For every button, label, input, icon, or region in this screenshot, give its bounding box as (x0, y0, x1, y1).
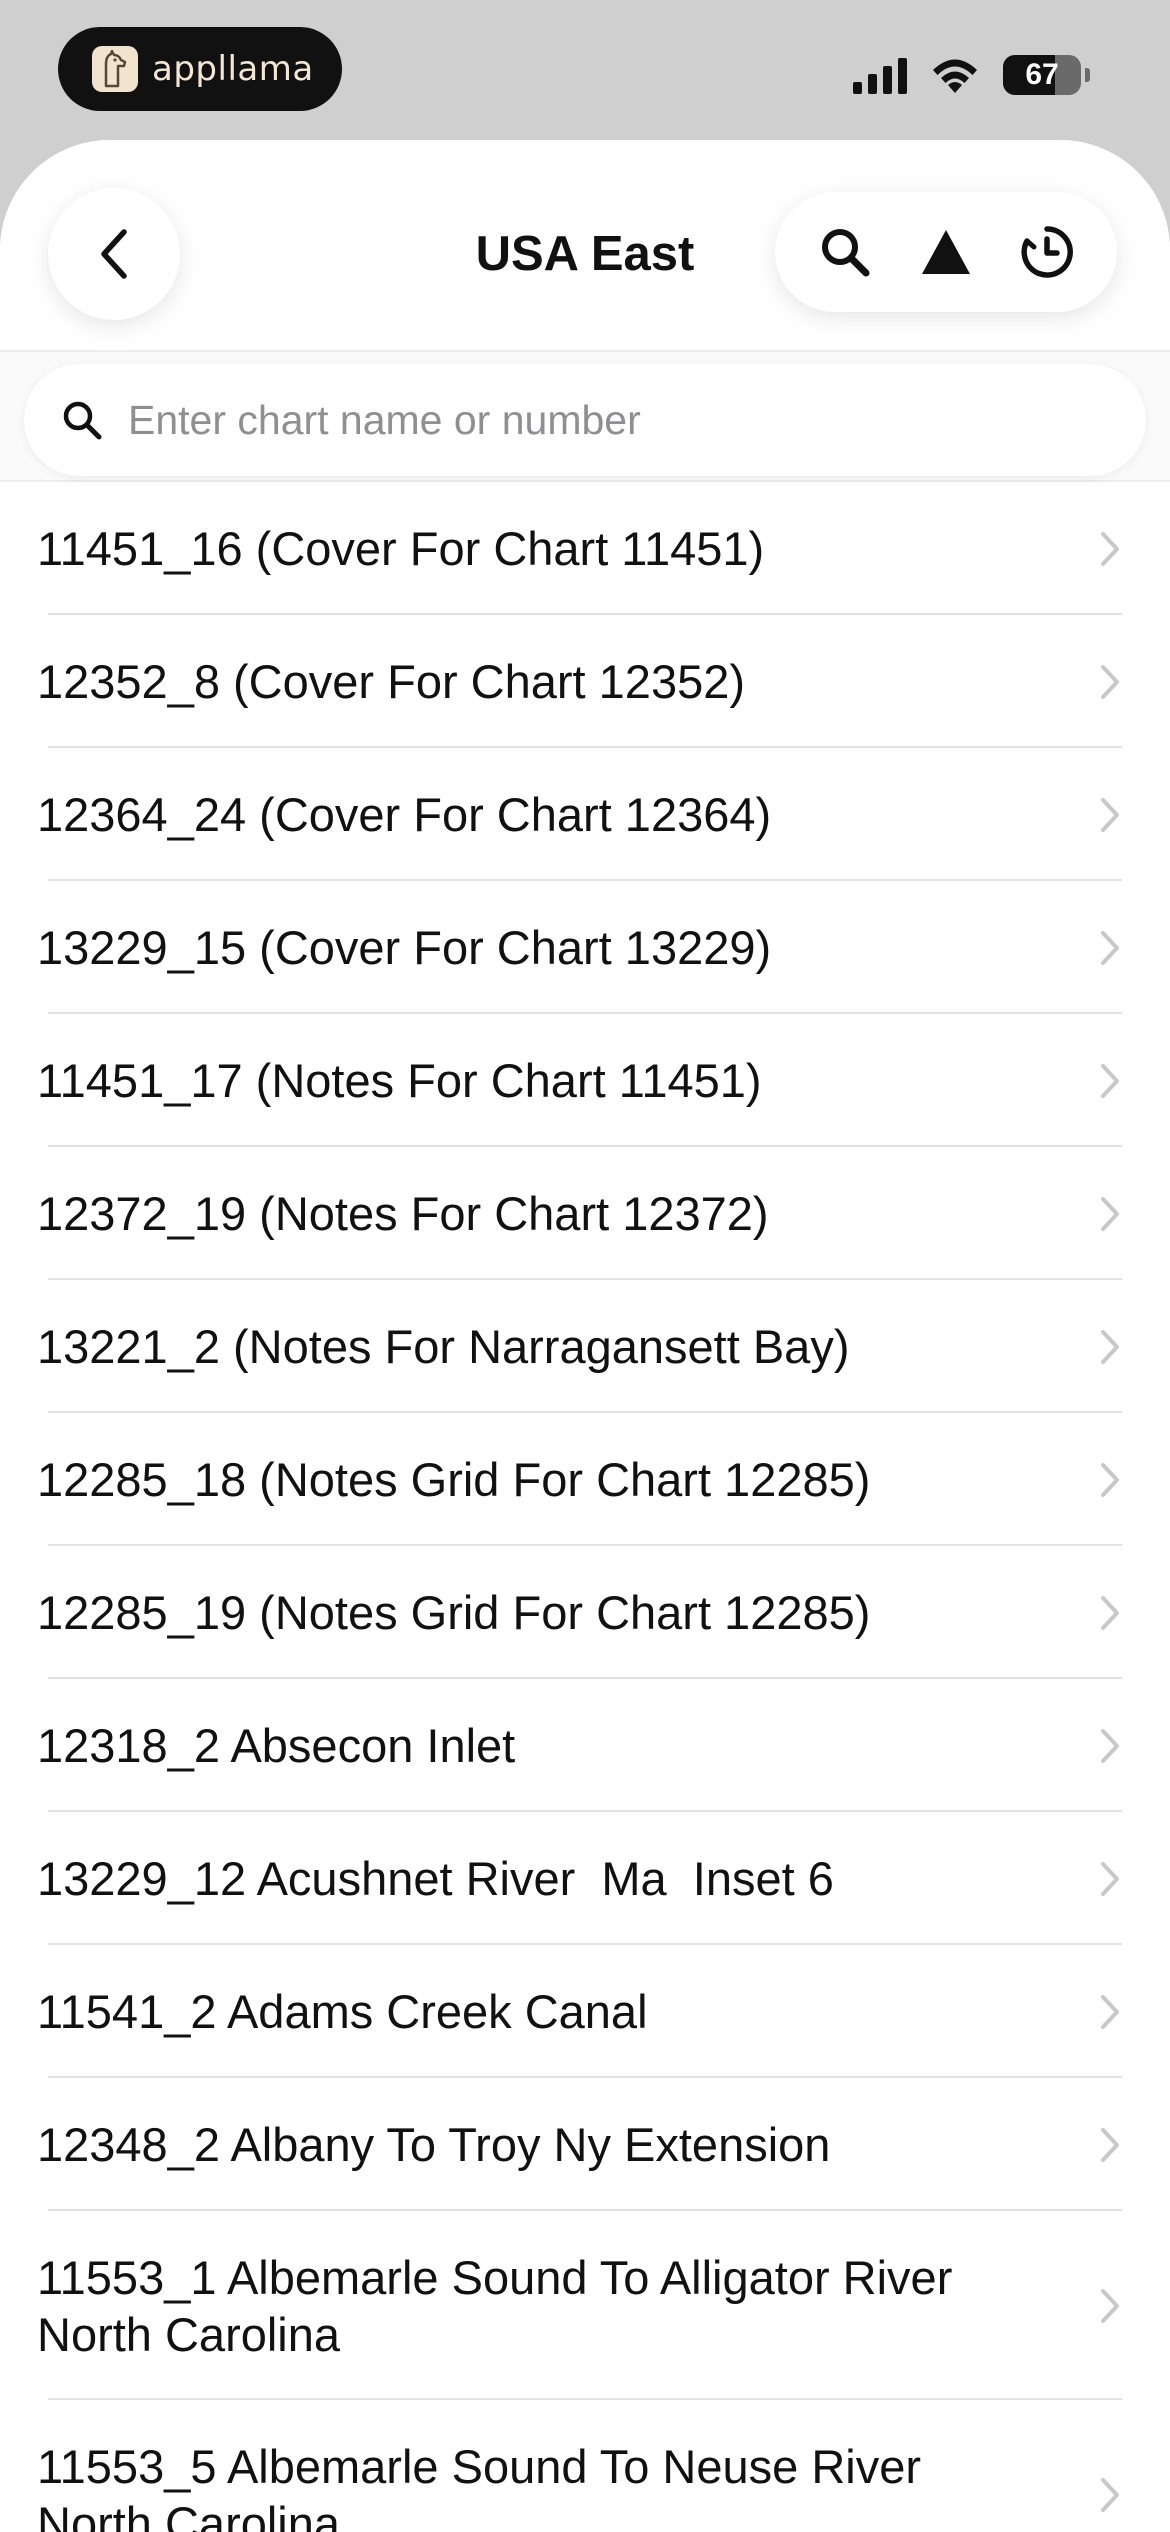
chevron-right-icon (1101, 2477, 1119, 2512)
list-item[interactable]: 11451_17 (Notes For Chart 11451) (0, 1014, 1170, 1147)
chevron-right-icon (1101, 664, 1119, 699)
chevron-right-icon (1101, 1861, 1119, 1896)
search-icon (822, 229, 870, 277)
search-section (0, 352, 1170, 482)
list-item-label: 12352_8 (Cover For Chart 12352) (37, 655, 746, 708)
list-item[interactable]: 12348_2 Albany To Troy Ny Extension (0, 2078, 1170, 2211)
chevron-right-icon (1101, 2127, 1119, 2162)
chevron-right-icon (1101, 930, 1119, 965)
list-item-label: 11553_1 Albemarle Sound To Alligator Riv… (37, 2250, 953, 2361)
llama-logo-icon (92, 46, 138, 92)
battery-percent: 67 (1025, 58, 1059, 91)
clock-icon (1021, 226, 1073, 278)
wifi-icon (933, 59, 977, 93)
chevron-right-icon (1101, 1329, 1119, 1364)
search-icon (63, 401, 102, 440)
list-item-label: 12364_24 (Cover For Chart 12364) (37, 788, 772, 841)
list-item-label: 11451_17 (Notes For Chart 11451) (37, 1054, 762, 1107)
list-item[interactable]: 12318_2 Absecon Inlet (0, 1679, 1170, 1812)
list-item-label: 13229_12 Acushnet River Ma Inset 6 (37, 1852, 834, 1905)
back-button[interactable] (48, 188, 180, 320)
battery-indicator: 67 (1003, 55, 1081, 95)
list-item-label: 12372_19 (Notes For Chart 12372) (37, 1187, 769, 1240)
chevron-right-icon (1101, 1462, 1119, 1497)
toolbar-actions (775, 192, 1117, 312)
list-item[interactable]: 12364_24 (Cover For Chart 12364) (0, 748, 1170, 881)
list-item[interactable]: 12372_19 (Notes For Chart 12372) (0, 1147, 1170, 1280)
page-title: USA East (475, 227, 695, 281)
chevron-right-icon (1101, 531, 1119, 566)
list-item[interactable]: 12352_8 (Cover For Chart 12352) (0, 615, 1170, 748)
list-item-label: 11553_5 Albemarle Sound To Neuse River N… (37, 2439, 922, 2532)
list-item-label: 12348_2 Albany To Troy Ny Extension (37, 2118, 831, 2171)
list-item[interactable]: 11541_2 Adams Creek Canal (0, 1945, 1170, 2078)
system-indicators: 67 (853, 50, 1090, 100)
search-button[interactable] (807, 214, 883, 290)
list-item[interactable]: 13221_2 (Notes For Narragansett Bay) (0, 1280, 1170, 1413)
chevron-left-icon (101, 229, 127, 279)
app-name: appllama (152, 49, 314, 89)
list-item-label: 12285_18 (Notes Grid For Chart 12285) (37, 1453, 871, 1506)
app-indicator-pill[interactable]: appllama (58, 27, 342, 111)
list-item-label: 11451_16 (Cover For Chart 11451) (37, 522, 765, 575)
navigation-bar: USA East (0, 140, 1170, 352)
list-item-label: 12318_2 Absecon Inlet (37, 1719, 516, 1772)
triangle-icon (921, 230, 970, 274)
list-item[interactable]: 12285_18 (Notes Grid For Chart 12285) (0, 1413, 1170, 1546)
cellular-signal-icon (853, 56, 907, 94)
list-item-label: 13221_2 (Notes For Narragansett Bay) (37, 1320, 850, 1373)
list-item-label: 11541_2 Adams Creek Canal (37, 1985, 648, 2038)
list-item[interactable]: 11451_16 (Cover For Chart 11451) (0, 482, 1170, 615)
chevron-right-icon (1101, 797, 1119, 832)
recent-button[interactable] (1009, 214, 1085, 290)
chevron-right-icon (1101, 1728, 1119, 1763)
chevron-right-icon (1101, 1063, 1119, 1098)
chevron-right-icon (1101, 1595, 1119, 1630)
chevron-right-icon (1101, 1196, 1119, 1231)
list-item-label: 12285_19 (Notes Grid For Chart 12285) (37, 1586, 871, 1639)
list-item[interactable]: 11553_5 Albemarle Sound To Neuse River N… (0, 2400, 1170, 2532)
list-item[interactable]: 12285_19 (Notes Grid For Chart 12285) (0, 1546, 1170, 1679)
battery-nub (1085, 68, 1090, 82)
chevron-right-icon (1101, 1994, 1119, 2029)
list-item[interactable]: 13229_15 (Cover For Chart 13229) (0, 881, 1170, 1014)
chart-list-sheet: USA East Enter chart name or number 1145… (0, 140, 1170, 2532)
chart-list: 11451_16 (Cover For Chart 11451) 12352_8 … (0, 482, 1170, 2532)
search-input[interactable] (128, 396, 1088, 444)
list-item[interactable]: 13229_12 Acushnet River Ma Inset 6 (0, 1812, 1170, 1945)
search-field[interactable] (24, 364, 1146, 476)
status-bar: appllama 67 (0, 0, 1170, 140)
navigate-button[interactable] (908, 214, 984, 290)
list-item[interactable]: 11553_1 Albemarle Sound To Alligator Riv… (0, 2211, 1170, 2400)
list-item-label: 13229_15 (Cover For Chart 13229) (37, 921, 772, 974)
chevron-right-icon (1101, 2288, 1119, 2323)
